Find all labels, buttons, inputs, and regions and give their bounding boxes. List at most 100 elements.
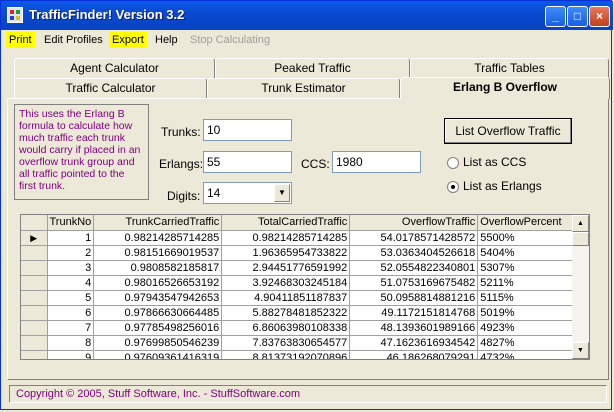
list-overflow-traffic-button[interactable]: List Overflow Traffic <box>444 118 572 144</box>
menu-export[interactable]: Export <box>109 32 147 48</box>
scroll-up-icon[interactable]: ▲ <box>572 215 589 232</box>
table-row[interactable]: 6 0.97866630664485 5.88278481852322 49.1172… <box>21 305 575 321</box>
row-header[interactable] <box>21 320 48 336</box>
table-cell[interactable]: 0.97609361416319 <box>93 350 223 359</box>
table-cell[interactable]: 5500% <box>477 230 575 246</box>
tab-traffic-tables[interactable]: Traffic Tables <box>410 58 609 78</box>
table-cell[interactable]: 2.94451776591992 <box>221 260 351 276</box>
table-cell[interactable]: 4.90411851187837 <box>221 290 351 306</box>
maximize-button[interactable]: □ <box>567 6 588 27</box>
table-row[interactable]: 9 0.97609361416319 8.81373192070896 46.1862… <box>21 350 575 359</box>
menu-print[interactable]: Print <box>6 32 35 48</box>
table-cell[interactable]: 8.81373192070896 <box>221 350 351 359</box>
table-cell[interactable]: 0.97943547942653 <box>93 290 223 306</box>
table-cell[interactable]: 4732% <box>477 350 575 359</box>
table-cell[interactable]: 47.1623616934542 <box>349 335 479 351</box>
table-cell[interactable]: 50.0958814881216 <box>349 290 479 306</box>
row-header[interactable] <box>21 260 48 276</box>
row-header[interactable] <box>21 290 48 306</box>
table-row[interactable]: 7 0.97785498256016 6.86063980108338 48.1393… <box>21 320 575 336</box>
col-header-trunkcarriedtraffic[interactable]: TrunkCarriedTraffic <box>93 215 223 231</box>
footer-status: Copyright © 2005, Stuff Software, Inc. -… <box>9 385 607 403</box>
ccs-input[interactable]: 1980 <box>332 151 421 173</box>
chevron-down-icon[interactable]: ▼ <box>274 184 290 202</box>
menu-edit-profiles[interactable]: Edit Profiles <box>41 32 106 48</box>
radio-list-as-ccs-label[interactable]: List as CCS <box>463 155 526 169</box>
table-cell[interactable]: 9 <box>47 350 95 359</box>
tab-peaked-traffic[interactable]: Peaked Traffic <box>215 58 410 78</box>
trunks-input[interactable]: 10 <box>203 119 292 141</box>
table-cell[interactable]: 5019% <box>477 305 575 321</box>
title-bar[interactable]: TrafficFinder! Version 3.2 _ □ × <box>1 1 613 30</box>
table-cell[interactable]: 0.98214285714285 <box>221 230 351 246</box>
table-cell[interactable]: 5211% <box>477 275 575 291</box>
table-cell[interactable]: 46.186268079291 <box>349 350 479 359</box>
tab-agent-calculator[interactable]: Agent Calculator <box>14 58 215 78</box>
table-cell[interactable]: 49.1172151814768 <box>349 305 479 321</box>
col-header-totalcarriedtraffic[interactable]: TotalCarriedTraffic <box>221 215 351 231</box>
table-cell[interactable]: 1.96365954733822 <box>221 245 351 261</box>
table-cell[interactable]: 3.92468303245184 <box>221 275 351 291</box>
row-header[interactable] <box>21 245 48 261</box>
table-cell[interactable]: 5115% <box>477 290 575 306</box>
vertical-scrollbar[interactable]: ▲ ▼ <box>572 215 589 359</box>
table-cell[interactable]: 5404% <box>477 245 575 261</box>
table-row[interactable]: ▶ 1 0.98214285714285 0.98214285714285 54.017… <box>21 230 575 246</box>
table-cell[interactable]: 52.0554822340801 <box>349 260 479 276</box>
col-header-overflowpercent[interactable]: OverflowPercent <box>477 215 575 231</box>
table-cell[interactable]: 4923% <box>477 320 575 336</box>
menu-help[interactable]: Help <box>152 32 181 48</box>
row-header[interactable] <box>21 350 48 359</box>
col-header-trunkno[interactable]: TrunkNo <box>47 215 95 231</box>
table-row[interactable]: 4 0.98016526653192 3.92468303245184 51.0753… <box>21 275 575 291</box>
table-cell[interactable]: 4827% <box>477 335 575 351</box>
table-row[interactable]: 8 0.97699850546239 7.83763830654577 47.1623… <box>21 335 575 351</box>
table-cell[interactable]: 5307% <box>477 260 575 276</box>
table-cell[interactable]: 6.86063980108338 <box>221 320 351 336</box>
table-cell[interactable]: 2 <box>47 245 95 261</box>
current-row-arrow-icon[interactable]: ▶ <box>21 230 48 246</box>
table-cell[interactable]: 0.98214285714285 <box>93 230 223 246</box>
minimize-button[interactable]: _ <box>545 6 566 27</box>
radio-list-as-ccs[interactable] <box>447 157 459 169</box>
scroll-down-icon[interactable]: ▼ <box>572 342 589 359</box>
table-cell[interactable]: 0.97785498256016 <box>93 320 223 336</box>
table-cell[interactable]: 7 <box>47 320 95 336</box>
table-cell[interactable]: 0.9808582185817 <box>93 260 223 276</box>
table-cell[interactable]: 5 <box>47 290 95 306</box>
table-cell[interactable]: 0.97866630664485 <box>93 305 223 321</box>
erlangs-input[interactable]: 55 <box>203 151 292 173</box>
table-cell[interactable]: 6 <box>47 305 95 321</box>
table-cell[interactable]: 0.98151669019537 <box>93 245 223 261</box>
row-header[interactable] <box>21 335 48 351</box>
table-row[interactable]: 2 0.98151669019537 1.96365954733822 53.0363… <box>21 245 575 261</box>
table-cell[interactable]: 5.88278481852322 <box>221 305 351 321</box>
table-cell[interactable]: 0.98016526653192 <box>93 275 223 291</box>
digits-select[interactable]: 14 ▼ <box>203 182 292 204</box>
table-cell[interactable]: 1 <box>47 230 95 246</box>
tab-erlang-b-overflow[interactable]: Erlang B Overflow <box>400 77 610 99</box>
tab-traffic-calculator[interactable]: Traffic Calculator <box>14 78 207 98</box>
table-cell[interactable]: 3 <box>47 260 95 276</box>
close-button[interactable]: × <box>589 6 610 27</box>
table-row[interactable]: 5 0.97943547942653 4.90411851187837 50.0958… <box>21 290 575 306</box>
overflow-data-grid[interactable]: TrunkNo TrunkCarriedTraffic TotalCarried… <box>20 214 590 360</box>
menu-stop-calculating[interactable]: Stop Calculating <box>187 32 273 48</box>
col-header-overflowtraffic[interactable]: OverflowTraffic <box>349 215 479 231</box>
table-cell[interactable]: 0.97699850546239 <box>93 335 223 351</box>
radio-list-as-erlangs[interactable] <box>447 181 459 193</box>
scroll-thumb[interactable] <box>572 232 589 246</box>
tab-trunk-estimator[interactable]: Trunk Estimator <box>207 78 400 98</box>
row-header[interactable] <box>21 275 48 291</box>
table-cell[interactable]: 7.83763830654577 <box>221 335 351 351</box>
table-cell[interactable]: 8 <box>47 335 95 351</box>
ccs-label: CCS: <box>301 157 330 171</box>
row-header[interactable] <box>21 305 48 321</box>
table-cell[interactable]: 54.0178571428572 <box>349 230 479 246</box>
radio-list-as-erlangs-label[interactable]: List as Erlangs <box>463 179 542 193</box>
table-cell[interactable]: 48.1393601989166 <box>349 320 479 336</box>
table-row[interactable]: 3 0.9808582185817 2.94451776591992 52.05548… <box>21 260 575 276</box>
table-cell[interactable]: 4 <box>47 275 95 291</box>
table-cell[interactable]: 53.0363404526618 <box>349 245 479 261</box>
table-cell[interactable]: 51.0753169675482 <box>349 275 479 291</box>
